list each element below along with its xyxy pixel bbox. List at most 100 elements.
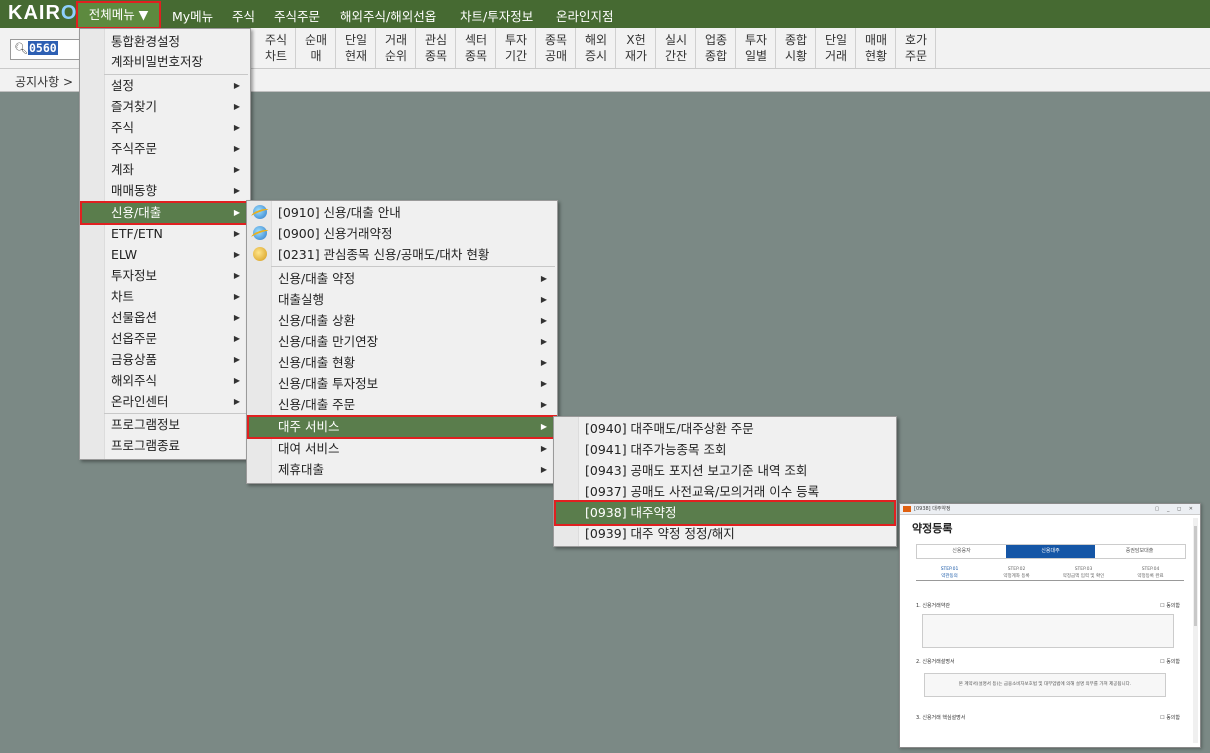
menu-item-futures-options[interactable]: 선물옵션 ▶: [80, 307, 250, 328]
menu-item-loan-order[interactable]: 신용/대출 주문 ▶: [247, 394, 557, 415]
tab-securities-loan[interactable]: 증권담보대출: [1095, 545, 1184, 558]
window-heading: 약정등록: [912, 522, 953, 535]
menu-item-program-info[interactable]: 프로그램정보: [80, 414, 250, 435]
menu-item-loan-status[interactable]: 신용/대출 현황 ▶: [247, 352, 557, 373]
menu-item-0941[interactable]: [0941] 대주가능종목 조회: [554, 439, 896, 460]
toolbar-button[interactable]: 업종 종합: [697, 28, 736, 68]
arrow-right-icon: ▶: [540, 358, 547, 367]
toolbar-button[interactable]: X헌 재가: [617, 28, 656, 68]
menu-item-invest-info[interactable]: 투자정보 ▶: [80, 265, 250, 286]
arrow-right-icon: ▶: [540, 465, 547, 474]
menu-item-0943[interactable]: [0943] 공매도 포지션 보고기준 내역 조회: [554, 460, 896, 481]
menu-item-credit-loan[interactable]: 신용/대출 ▶: [80, 201, 250, 225]
agree-checkbox[interactable]: ☐ 동의함: [1160, 658, 1180, 665]
arrow-right-icon: ▶: [233, 271, 240, 280]
arrow-right-icon: ▶: [233, 81, 240, 90]
menu-item-env-settings[interactable]: 통합환경설정: [80, 31, 250, 52]
menu-item-0939[interactable]: [0939] 대주 약정 정정/해지: [554, 523, 896, 544]
toolbar-button[interactable]: 매매 현황: [857, 28, 896, 68]
arrow-right-icon: ▶: [540, 444, 547, 453]
menu-item-0910[interactable]: [0910] 신용/대출 안내: [247, 202, 557, 223]
credit-loan-submenu: [0910] 신용/대출 안내 [0900] 신용거래약정 [0231] 관심종…: [246, 200, 558, 484]
menu-item-partner-loan[interactable]: 제휴대출 ▶: [247, 459, 557, 480]
toolbar-button[interactable]: 거래 순위: [377, 28, 416, 68]
arrow-right-icon: ▶: [233, 313, 240, 322]
toolbar-button[interactable]: 단일 거래: [817, 28, 856, 68]
toolbar-button[interactable]: 실시 간잔: [657, 28, 696, 68]
menu-overseas[interactable]: 해외주식/해외선옵: [340, 6, 436, 25]
menu-item-loan-extend[interactable]: 신용/대출 만기연장 ▶: [247, 331, 557, 352]
menu-item-favorites[interactable]: 즐겨찾기 ▶: [80, 96, 250, 117]
toolbar-button[interactable]: 종합 시황: [777, 28, 816, 68]
terms-document-box: [922, 614, 1174, 648]
ie-icon: [253, 226, 267, 240]
arrow-right-icon: ▶: [233, 208, 240, 217]
menu-item-loan-repay[interactable]: 신용/대출 상환 ▶: [247, 310, 557, 331]
menu-my-menu[interactable]: My메뉴: [172, 6, 213, 25]
menu-chart-info[interactable]: 차트/투자정보: [460, 6, 533, 25]
menu-item-online-center[interactable]: 온라인센터 ▶: [80, 391, 250, 412]
menu-stock-order[interactable]: 주식주문: [274, 6, 320, 25]
section-credit-explanation: 2. 신용거래설명서 ☐ 동의함: [916, 658, 1180, 665]
menu-item-loan-execute[interactable]: 대출실행 ▶: [247, 289, 557, 310]
arrow-right-icon: ▶: [233, 397, 240, 406]
window-icon: [903, 506, 911, 512]
step-4: STEP.04 약정등록 완료: [1137, 567, 1164, 579]
menu-item-0900[interactable]: [0900] 신용거래약정: [247, 223, 557, 244]
arrow-right-icon: ▶: [233, 292, 240, 301]
notice-link[interactable]: 공지사항 >: [15, 73, 73, 90]
toolbar-button[interactable]: 순매 매: [297, 28, 336, 68]
window-controls[interactable]: ▢ _ ◻ ✕: [1155, 504, 1196, 514]
menu-item-0231[interactable]: [0231] 관심종목 신용/공매도/대차 현황: [247, 244, 557, 265]
arrow-right-icon: ▶: [540, 400, 547, 409]
toolbar-button[interactable]: 투자 일별: [737, 28, 776, 68]
menu-item-trading-trend[interactable]: 매매동향 ▶: [80, 180, 250, 201]
screen-search-input[interactable]: 🔍︎ 0560: [10, 39, 80, 60]
tab-credit-financing[interactable]: 신용융자: [917, 545, 1006, 558]
menu-item-credit-agreement[interactable]: 신용/대출 약정 ▶: [247, 268, 557, 289]
menu-item-save-password[interactable]: 계좌비밀번호저장: [80, 51, 250, 72]
toolbar-button[interactable]: 호가 주문: [897, 28, 936, 68]
menu-item-overseas-stock[interactable]: 해외주식 ▶: [80, 370, 250, 391]
menu-separator: [271, 266, 555, 267]
menu-item-etf-etn[interactable]: ETF/ETN ▶: [80, 223, 250, 244]
menu-item-stock-order[interactable]: 주식주문 ▶: [80, 138, 250, 159]
menu-stock[interactable]: 주식: [232, 6, 255, 25]
menu-item-loan-invest-info[interactable]: 신용/대출 투자정보 ▶: [247, 373, 557, 394]
menu-item-financial-products[interactable]: 금융상품 ▶: [80, 349, 250, 370]
menu-item-chart[interactable]: 차트 ▶: [80, 286, 250, 307]
toolbar-button[interactable]: 섹터 종목: [457, 28, 496, 68]
tab-credit-short[interactable]: 신용대주: [1006, 545, 1095, 558]
toolbar-button[interactable]: 관심 종목: [417, 28, 456, 68]
menu-item-0940[interactable]: [0940] 대주매도/대주상환 주문: [554, 418, 896, 439]
window-titlebar: [0938] 대주약정 ▢ _ ◻ ✕: [900, 504, 1200, 515]
menu-online-branch[interactable]: 온라인지점: [556, 6, 614, 25]
all-menu-button[interactable]: 전체메뉴 ▼: [76, 1, 161, 29]
short-agreement-window[interactable]: [0938] 대주약정 ▢ _ ◻ ✕ 약정등록 신용융자 신용대주 증권담보대출…: [899, 503, 1201, 748]
toolbar-button[interactable]: 투자 기간: [497, 28, 536, 68]
agree-checkbox[interactable]: ☐ 동의함: [1160, 602, 1180, 609]
menu-item-short-service[interactable]: 대주 서비스 ▶: [247, 415, 557, 439]
menu-item-stock[interactable]: 주식 ▶: [80, 117, 250, 138]
menu-item-elw[interactable]: ELW ▶: [80, 244, 250, 265]
search-icon: 🔍︎: [14, 42, 28, 55]
menu-item-lending-service[interactable]: 대여 서비스 ▶: [247, 438, 557, 459]
menu-item-futures-order[interactable]: 선옵주문 ▶: [80, 328, 250, 349]
arrow-right-icon: ▶: [540, 337, 547, 346]
menu-item-0937[interactable]: [0937] 공매도 사전교육/모의거래 이수 등록: [554, 481, 896, 502]
step-1: STEP.01 약관동의: [940, 567, 959, 579]
arrow-right-icon: ▶: [233, 102, 240, 111]
toolbar-button[interactable]: 종목 공매: [537, 28, 576, 68]
toolbar-button[interactable]: 단일 현재: [337, 28, 376, 68]
menu-item-settings[interactable]: 설정 ▶: [80, 75, 250, 96]
arrow-right-icon: ▶: [233, 355, 240, 364]
arrow-right-icon: ▶: [233, 186, 240, 195]
arrow-right-icon: ▶: [540, 379, 547, 388]
agree-checkbox[interactable]: ☐ 동의함: [1160, 714, 1180, 721]
toolbar-button[interactable]: 해외 증시: [577, 28, 616, 68]
arrow-right-icon: ▶: [233, 376, 240, 385]
toolbar-button[interactable]: 주식 차트: [257, 28, 296, 68]
menu-item-program-exit[interactable]: 프로그램종료: [80, 435, 250, 456]
window-scrollbar[interactable]: [1193, 518, 1198, 743]
menu-item-account[interactable]: 계좌 ▶: [80, 159, 250, 180]
